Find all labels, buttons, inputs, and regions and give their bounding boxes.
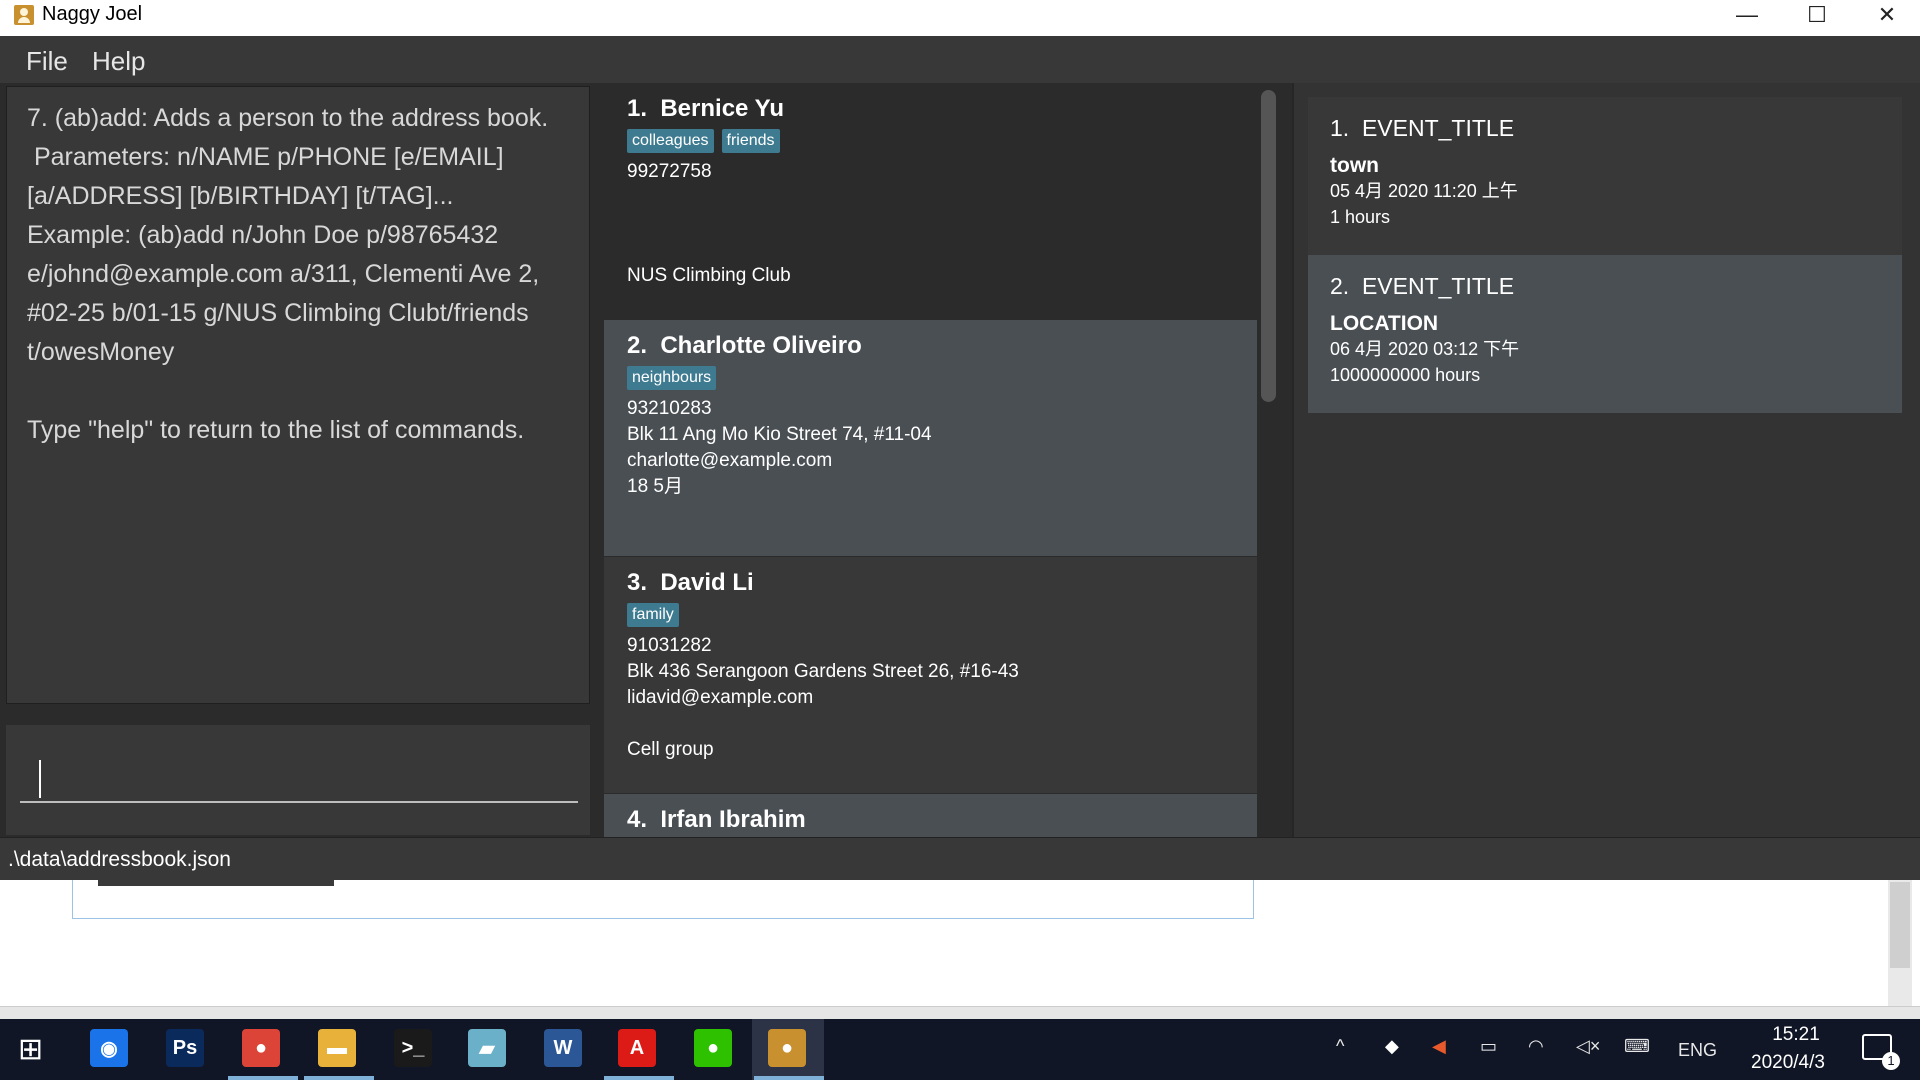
event-location: town — [1330, 154, 1379, 177]
notification-count-badge: 1 — [1882, 1052, 1900, 1070]
tag-badge: family — [627, 603, 679, 627]
person-group: Cell group — [627, 739, 714, 760]
event-datetime: 06 4月 2020 03:12 下午 — [1330, 339, 1520, 359]
person-card[interactable]: 1. Bernice Yu colleagues friends 99272758 NU… — [604, 83, 1257, 319]
menu-help[interactable]: Help — [92, 46, 145, 77]
person-email — [627, 211, 1257, 237]
person-birthday — [627, 237, 1257, 263]
word-icon[interactable]: W — [544, 1029, 582, 1067]
wechat-icon[interactable]: ● — [694, 1029, 732, 1067]
event-title: 1. EVENT_TITLE — [1330, 115, 1515, 141]
status-bar: .\data\addressbook.json — [0, 837, 1920, 880]
person-name: 3. David Li — [627, 569, 754, 596]
person-phone: 99272758 — [627, 161, 712, 182]
running-indicator — [754, 1076, 824, 1080]
person-email: charlotte@example.com — [627, 450, 833, 471]
command-box — [6, 725, 590, 835]
person-email: lidavid@example.com — [627, 687, 814, 708]
app-icon — [14, 5, 34, 25]
file-explorer-icon[interactable]: ▬ — [318, 1029, 356, 1067]
person-card[interactable]: 4. Irfan Ibrahim — [604, 794, 1257, 837]
event-location: LOCATION — [1330, 312, 1439, 335]
background-bar — [98, 880, 334, 886]
text-caret — [39, 760, 41, 798]
person-list-scrollbar-thumb[interactable] — [1261, 90, 1276, 402]
language-indicator[interactable]: ENG — [1678, 1040, 1717, 1061]
dropbox-icon[interactable]: ◆ — [1385, 1036, 1399, 1057]
person-list[interactable]: 1. Bernice Yu colleagues friends 99272758 NU… — [604, 83, 1257, 837]
clock-time[interactable]: 15:21 — [1756, 1024, 1836, 1046]
person-card[interactable]: 3. David Li family 91031282 Blk 436 Serango… — [604, 557, 1257, 793]
title-bar — [0, 0, 1920, 36]
event-datetime: 05 4月 2020 11:20 上午 — [1330, 181, 1518, 201]
clock-date[interactable]: 2020/4/3 — [1738, 1052, 1838, 1074]
person-phone: 91031282 — [627, 635, 712, 656]
menu-file[interactable]: File — [26, 46, 68, 77]
event-duration: 1000000000 hours — [1330, 365, 1481, 385]
background-scrollbar-thumb — [1890, 882, 1910, 968]
result-text: 7. (ab)add: Adds a person to the address… — [27, 104, 549, 444]
addressbook-icon[interactable]: ● — [768, 1029, 806, 1067]
person-card[interactable]: 2. Charlotte Oliveiro neighbours 93210283 B… — [604, 320, 1257, 556]
terminal-icon[interactable]: >_ — [394, 1029, 432, 1067]
speaker-icon[interactable]: ◁× — [1576, 1036, 1600, 1057]
person-address: Blk 11 Ang Mo Kio Street 74, #11-04 — [627, 424, 932, 445]
event-duration: 1 hours — [1330, 207, 1391, 227]
person-group — [627, 500, 1257, 526]
close-button[interactable]: ✕ — [1852, 0, 1920, 30]
person-birthday — [627, 711, 1257, 737]
volume-muted-icon[interactable]: ◀ — [1432, 1036, 1446, 1057]
event-title: 2. EVENT_TITLE — [1330, 273, 1515, 299]
command-input[interactable] — [20, 741, 578, 803]
result-display: 7. (ab)add: Adds a person to the address… — [6, 86, 590, 704]
notes-icon[interactable]: ▰ — [468, 1029, 506, 1067]
menu-bar — [0, 36, 1920, 83]
start-button[interactable]: ⊞ — [18, 1032, 43, 1067]
running-indicator — [604, 1076, 674, 1080]
maximize-button[interactable]: ☐ — [1782, 0, 1852, 30]
running-indicator — [228, 1076, 298, 1080]
tag-badge: neighbours — [627, 366, 717, 390]
person-tags: family — [627, 603, 1257, 633]
tray-overflow-chevron[interactable]: ^ — [1336, 1036, 1344, 1057]
wifi-icon[interactable]: ◠ — [1528, 1036, 1544, 1057]
event-list[interactable]: 1. EVENT_TITLEtown 05 4月 2020 11:20 上午 1 h… — [1292, 83, 1920, 837]
save-location: .\data\addressbook.json — [8, 848, 231, 871]
person-phone: 93210283 — [627, 398, 712, 419]
person-group: NUS Climbing Club — [627, 265, 791, 286]
person-name: 4. Irfan Ibrahim — [627, 806, 806, 833]
tag-badge: colleagues — [627, 129, 714, 153]
person-name: 2. Charlotte Oliveiro — [627, 332, 862, 359]
background-status-bar — [0, 1006, 1920, 1020]
keyboard-icon[interactable]: ⌨ — [1624, 1036, 1650, 1057]
minimize-button[interactable]: — — [1712, 0, 1782, 30]
battery-icon[interactable]: ▭ — [1480, 1036, 1497, 1057]
photoshop-icon[interactable]: Ps — [166, 1029, 204, 1067]
window-title: Naggy Joel — [42, 3, 143, 25]
chrome-icon[interactable]: ● — [242, 1029, 280, 1067]
person-address — [627, 185, 1257, 211]
maps-icon[interactable]: ◉ — [90, 1029, 128, 1067]
person-birthday: 18 5月 — [627, 476, 683, 497]
person-name: 1. Bernice Yu — [627, 95, 784, 122]
person-address: Blk 436 Serangoon Gardens Street 26, #16… — [627, 661, 1019, 682]
event-card[interactable]: 2. EVENT_TITLE LOCATION 06 4月 2020 03:12 下… — [1308, 255, 1902, 413]
person-tags: neighbours — [627, 366, 1257, 396]
person-tags: colleagues friends — [627, 129, 1257, 159]
tag-badge: friends — [721, 129, 780, 153]
angular-icon[interactable]: A — [618, 1029, 656, 1067]
running-indicator — [304, 1076, 374, 1080]
event-card[interactable]: 1. EVENT_TITLEtown 05 4月 2020 11:20 上午 1 h… — [1308, 97, 1902, 255]
